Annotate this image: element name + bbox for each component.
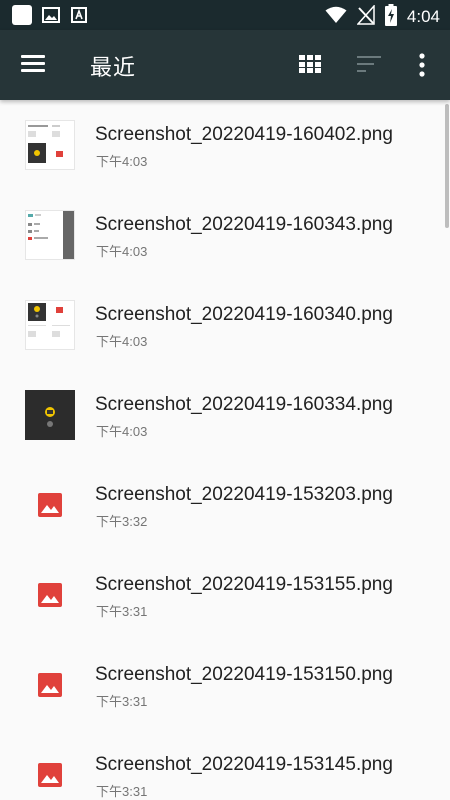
app-icon	[12, 5, 32, 25]
file-list-item[interactable]: Screenshot_20220419-153145.png 下午3:31	[0, 730, 450, 800]
app-toolbar: 最近	[0, 30, 450, 100]
status-bar-system: 4:04	[325, 4, 440, 30]
screenshot-thumbnail	[25, 120, 75, 170]
file-name: Screenshot_20220419-160334.png	[95, 394, 393, 415]
font-icon	[70, 6, 88, 24]
file-time: 下午3:31	[96, 694, 148, 709]
file-time: 下午4:03	[96, 424, 148, 439]
status-bar-notifications	[12, 5, 88, 25]
status-bar: 4:04	[0, 0, 450, 30]
more-vert-icon[interactable]	[414, 52, 430, 78]
image-file-icon	[25, 660, 75, 710]
menu-icon[interactable]	[21, 52, 49, 78]
screenshot-thumbnail	[25, 390, 75, 440]
file-list-item[interactable]: Screenshot_20220419-153155.png 下午3:31	[0, 550, 450, 640]
file-list-item[interactable]: Screenshot_20220419-160334.png 下午4:03	[0, 370, 450, 460]
file-name: Screenshot_20220419-160343.png	[95, 214, 393, 235]
file-time: 下午4:03	[96, 154, 148, 169]
file-list-item[interactable]: Screenshot_20220419-153150.png 下午3:31	[0, 640, 450, 730]
file-list-item[interactable]: Screenshot_20220419-153203.png 下午3:32	[0, 460, 450, 550]
file-time: 下午3:31	[96, 604, 148, 619]
file-name: Screenshot_20220419-160340.png	[95, 304, 393, 325]
recent-files-list: Screenshot_20220419-160402.png 下午4:03 Sc…	[0, 100, 450, 800]
file-name: Screenshot_20220419-153150.png	[95, 664, 393, 685]
image-file-icon	[25, 750, 75, 800]
file-list-item[interactable]: Screenshot_20220419-160340.png 下午4:03	[0, 280, 450, 370]
file-time: 下午4:03	[96, 334, 148, 349]
file-name: Screenshot_20220419-153145.png	[95, 754, 393, 775]
file-time: 下午3:31	[96, 784, 148, 799]
battery-charging-icon	[384, 4, 397, 30]
no-signal-icon	[356, 4, 375, 29]
image-icon	[42, 6, 60, 24]
sort-icon[interactable]	[357, 55, 383, 75]
grid-view-icon[interactable]	[299, 55, 321, 75]
file-list-item[interactable]: Screenshot_20220419-160402.png 下午4:03	[0, 100, 450, 190]
wifi-icon	[325, 6, 347, 28]
file-name: Screenshot_20220419-153155.png	[95, 574, 393, 595]
screenshot-thumbnail	[25, 210, 75, 260]
page-title: 最近	[90, 56, 137, 81]
file-name: Screenshot_20220419-160402.png	[95, 124, 393, 145]
file-time: 下午4:03	[96, 244, 148, 259]
image-file-icon	[25, 480, 75, 530]
file-list-item[interactable]: Screenshot_20220419-160343.png 下午4:03	[0, 190, 450, 280]
clock: 4:04	[406, 7, 440, 26]
file-time: 下午3:32	[96, 514, 148, 529]
image-file-icon	[25, 570, 75, 620]
file-name: Screenshot_20220419-153203.png	[95, 484, 393, 505]
screenshot-thumbnail	[25, 300, 75, 350]
list-scrollbar[interactable]	[445, 104, 449, 228]
